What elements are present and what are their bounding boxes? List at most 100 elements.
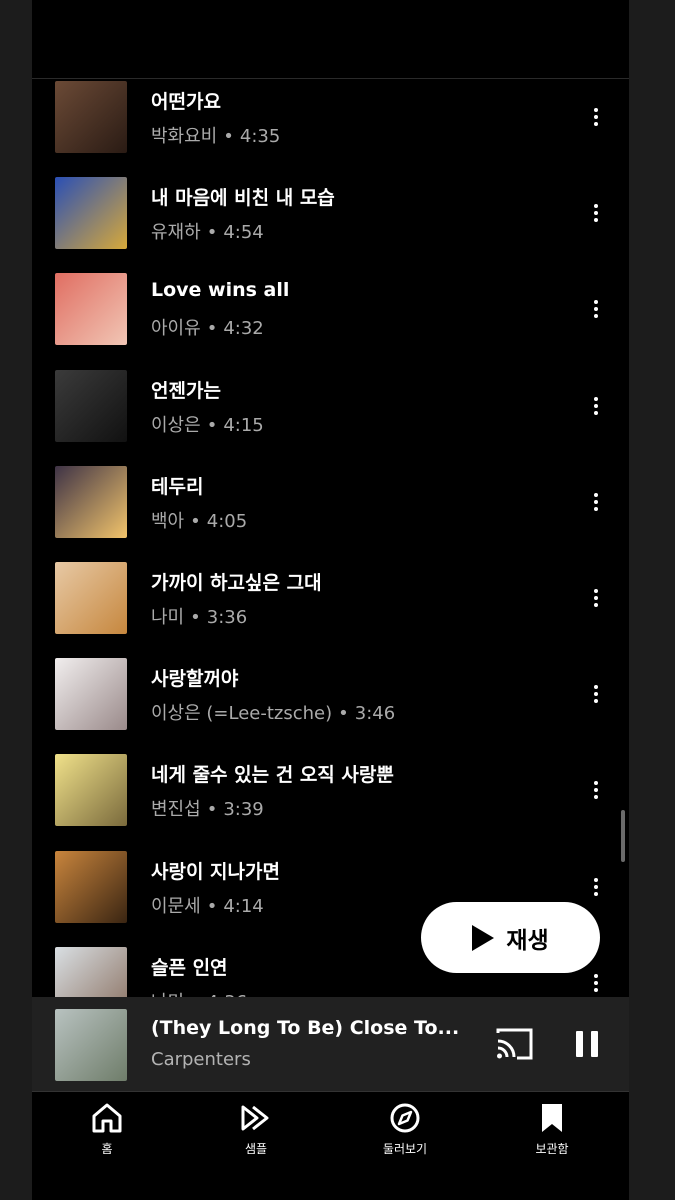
play-button[interactable]: 재생 bbox=[421, 902, 600, 973]
track-subtitle: 박화요비 • 4:35 bbox=[151, 122, 280, 148]
nav-label-samples: 샘플 bbox=[244, 1142, 268, 1156]
track-artist: 백아 bbox=[151, 510, 185, 532]
track-subtitle: 유재하 • 4:54 bbox=[151, 218, 264, 244]
separator-dot: • bbox=[206, 799, 218, 821]
track-title: 사랑할꺼야 bbox=[151, 668, 239, 691]
app-screen: 어떤가요 박화요비 • 4:35 내 마음에 비친 내 모습 유재하 • 4:54 Love w… bbox=[32, 0, 629, 1200]
cast-icon[interactable] bbox=[495, 1027, 535, 1061]
nav-item-home[interactable]: 홈 bbox=[52, 1102, 162, 1157]
separator-dot: • bbox=[206, 222, 218, 244]
separator-dot: • bbox=[206, 318, 218, 340]
track-artist: 이문세 bbox=[151, 895, 201, 917]
track-row[interactable]: 테두리백아 • 4:05 bbox=[32, 465, 629, 562]
track-artist: 박화요비 bbox=[151, 126, 218, 147]
track-duration: 4:14 bbox=[223, 895, 264, 917]
track-subtitle: 나미•4:36 bbox=[151, 988, 247, 997]
track-duration: 3:46 bbox=[354, 703, 396, 725]
track-artist: 아이유 bbox=[151, 318, 201, 340]
nav-label-explore: 둘러보기 bbox=[382, 1142, 428, 1156]
track-subtitle: 이문세 • 4:14 bbox=[151, 892, 264, 918]
track-subtitle: 백아 • 4:05 bbox=[151, 507, 247, 533]
track-duration: 4:35 bbox=[239, 126, 281, 147]
track-subtitle: 이상은 (=Lee-tzsche) • 3:46 bbox=[151, 699, 395, 725]
more-options-icon[interactable] bbox=[584, 680, 608, 708]
separator-dot: • bbox=[190, 510, 201, 532]
track-duration: 4:32 bbox=[223, 318, 264, 340]
track-list[interactable]: 어떤가요 박화요비 • 4:35 내 마음에 비친 내 모습 유재하 • 4:54 Love w… bbox=[32, 79, 629, 997]
more-options-icon[interactable] bbox=[584, 969, 608, 997]
track-title: Love wins all bbox=[151, 279, 290, 302]
track-row[interactable]: 어떤가요박화요비 • 4:35 bbox=[32, 81, 629, 177]
scrollbar[interactable] bbox=[621, 810, 625, 862]
track-row[interactable]: 내 마음에 비친 내 모습유재하 • 4:54 bbox=[32, 177, 629, 273]
track-row[interactable]: 언젠가는이상은 • 4:15 bbox=[32, 369, 629, 466]
track-title: 어떤가요 bbox=[151, 91, 221, 113]
track-subtitle: 나미 • 3:36 bbox=[151, 603, 247, 629]
album-art bbox=[55, 465, 127, 538]
library-icon bbox=[542, 1104, 562, 1132]
track-artist: 이상은 (=Lee-tzsche) bbox=[151, 703, 333, 725]
nav-label-library: 보관함 bbox=[535, 1142, 569, 1156]
separator-dot: • bbox=[338, 703, 349, 725]
separator-dot: • bbox=[190, 607, 201, 628]
more-options-icon[interactable] bbox=[584, 103, 608, 131]
track-row[interactable]: 사랑할꺼야이상은 (=Lee-tzsche) • 3:46 bbox=[32, 658, 629, 754]
track-title: 네게 줄수 있는 건 오직 사랑뿐 bbox=[151, 764, 394, 787]
play-icon bbox=[472, 924, 495, 951]
album-art bbox=[55, 177, 127, 250]
more-options-icon[interactable] bbox=[584, 776, 608, 804]
track-duration: 4:15 bbox=[223, 414, 264, 436]
nav-item-samples[interactable]: 샘플 bbox=[201, 1102, 311, 1157]
album-art bbox=[55, 946, 127, 997]
separator-dot: • bbox=[206, 414, 218, 436]
track-title: 가까이 하고싶은 그대 bbox=[151, 572, 322, 594]
track-title: 언젠가는 bbox=[151, 379, 221, 402]
track-subtitle: 아이유 • 4:32 bbox=[151, 314, 264, 340]
more-options-icon[interactable] bbox=[584, 295, 608, 323]
more-options-icon[interactable] bbox=[584, 488, 608, 516]
track-title: 슬픈 인연 bbox=[151, 956, 228, 979]
more-options-icon[interactable] bbox=[584, 199, 608, 227]
home-icon bbox=[92, 1103, 122, 1133]
bottom-nav: 홈 샘플 둘러보기 보관함 bbox=[32, 1092, 629, 1200]
track-row[interactable]: Love wins all 아이유 • 4:32 bbox=[32, 273, 629, 369]
track-title: 사랑이 지나가면 bbox=[151, 860, 280, 883]
mini-player[interactable]: (They Long To Be) Close To... Carpenters bbox=[32, 997, 629, 1091]
album-art bbox=[55, 369, 127, 442]
more-options-icon[interactable] bbox=[584, 873, 608, 901]
track-duration: 4:05 bbox=[206, 510, 248, 532]
now-playing-album-art bbox=[55, 1009, 127, 1081]
more-options-icon[interactable] bbox=[584, 584, 608, 612]
track-artist: 이상은 bbox=[151, 414, 201, 436]
track-subtitle: 변진섭 • 3:39 bbox=[151, 795, 264, 821]
now-playing-title: (They Long To Be) Close To... bbox=[151, 1017, 460, 1039]
nav-item-explore[interactable]: 둘러보기 bbox=[350, 1102, 460, 1157]
track-title: 내 마음에 비친 내 모습 bbox=[151, 187, 335, 210]
now-playing-artist: Carpenters bbox=[151, 1049, 251, 1070]
album-art bbox=[55, 658, 127, 731]
album-art bbox=[55, 562, 127, 634]
track-title: 테두리 bbox=[151, 475, 204, 498]
pause-icon-bar bbox=[591, 1031, 598, 1057]
pause-button[interactable] bbox=[569, 1027, 605, 1061]
track-subtitle: 이상은 • 4:15 bbox=[151, 411, 264, 437]
album-art bbox=[55, 754, 127, 827]
nav-label-home: 홈 bbox=[101, 1142, 113, 1156]
track-artist: 나미 bbox=[151, 607, 185, 628]
more-options-icon[interactable] bbox=[584, 392, 608, 420]
album-art bbox=[55, 850, 127, 923]
track-artist: 유재하 bbox=[151, 222, 201, 244]
album-art bbox=[55, 273, 127, 346]
separator-dot: • bbox=[223, 126, 234, 147]
samples-icon bbox=[241, 1105, 269, 1131]
track-duration: 3:36 bbox=[206, 607, 248, 628]
track-duration: 4:54 bbox=[223, 222, 264, 244]
track-duration: 3:39 bbox=[223, 799, 264, 821]
separator-dot: • bbox=[206, 895, 218, 917]
track-row[interactable]: 네게 줄수 있는 건 오직 사랑뿐변진섭 • 3:39 bbox=[32, 754, 629, 850]
play-button-label: 재생 bbox=[506, 927, 549, 954]
pause-icon-bar bbox=[576, 1031, 583, 1057]
track-row[interactable]: 가까이 하고싶은 그대나미 • 3:36 bbox=[32, 562, 629, 658]
nav-item-library[interactable]: 보관함 bbox=[497, 1102, 607, 1157]
album-art bbox=[55, 81, 127, 153]
